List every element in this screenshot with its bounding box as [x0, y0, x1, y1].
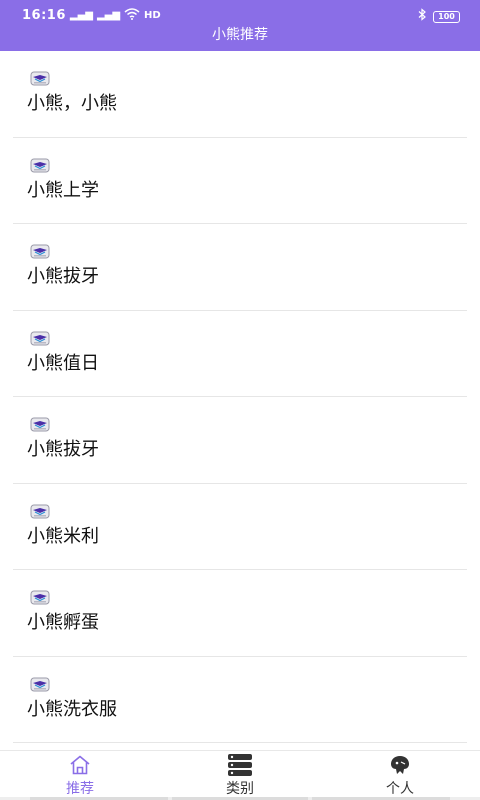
tab-label-recommend: 推荐 [66, 781, 94, 797]
wifi-icon [124, 8, 140, 23]
book-icon [30, 677, 50, 692]
tab-label-profile: 个人 [386, 781, 414, 797]
book-icon [30, 504, 50, 519]
book-icon [30, 331, 50, 346]
list-item-title: 小熊拔牙 [27, 439, 99, 460]
list-item-title: 小熊洗衣服 [27, 698, 117, 720]
tab-category[interactable]: 类别 [160, 751, 320, 800]
signal-icon: ▂▄▆ [69, 10, 93, 21]
list-item-title: 小熊米利 [27, 525, 99, 547]
recommend-list: 小熊，小熊 小熊上学 小熊拔牙 小熊值日 小熊拔牙 小熊米利 小熊孵蛋 小熊洗衣服 [13, 51, 467, 743]
book-icon [30, 417, 50, 432]
list-item[interactable]: 小熊拔牙 [13, 224, 467, 311]
list-item[interactable]: 小熊拔牙 [13, 397, 467, 484]
battery-icon: 100 [433, 10, 460, 23]
status-bar: 16:16 ▂▄▆ ▂▄▆ HD 100 [0, 0, 480, 26]
status-time: 16:16 [22, 8, 66, 23]
list-item-title: 小熊值日 [27, 352, 99, 374]
category-icon [228, 754, 252, 776]
page-title: 小熊推荐 [212, 27, 268, 43]
bottom-tab-bar: 推荐 类别 个人 [0, 750, 480, 800]
list-item[interactable]: 小熊孵蛋 [13, 570, 467, 657]
status-left: 16:16 ▂▄▆ ▂▄▆ HD [22, 8, 161, 23]
signal-icon-2: ▂▄▆ [96, 10, 121, 21]
bluetooth-icon [417, 8, 427, 25]
status-right: 100 [417, 8, 460, 25]
list-item[interactable]: 小熊值日 [13, 311, 467, 397]
list-item[interactable]: 小熊洗衣服 [13, 657, 467, 743]
network-label: HD [144, 10, 161, 21]
list-item-title: 小熊，小熊 [27, 93, 117, 114]
book-icon [30, 158, 50, 173]
list-item[interactable]: 小熊上学 [13, 138, 467, 224]
tab-recommend[interactable]: 推荐 [0, 751, 160, 800]
book-icon [30, 71, 50, 86]
home-icon [68, 754, 92, 776]
tab-label-category: 类别 [226, 781, 254, 797]
list-item[interactable]: 小熊米利 [13, 484, 467, 570]
tab-profile[interactable]: 个人 [320, 751, 480, 800]
book-icon [30, 590, 50, 605]
app-header: 16:16 ▂▄▆ ▂▄▆ HD 100 小熊推荐 [0, 0, 480, 51]
book-icon [30, 244, 50, 259]
profile-icon [388, 754, 412, 776]
list-item-title: 小熊上学 [27, 179, 99, 201]
list-item-title: 小熊拔牙 [27, 266, 99, 287]
list-item[interactable]: 小熊，小熊 [13, 51, 467, 138]
list-item-title: 小熊孵蛋 [27, 612, 99, 633]
